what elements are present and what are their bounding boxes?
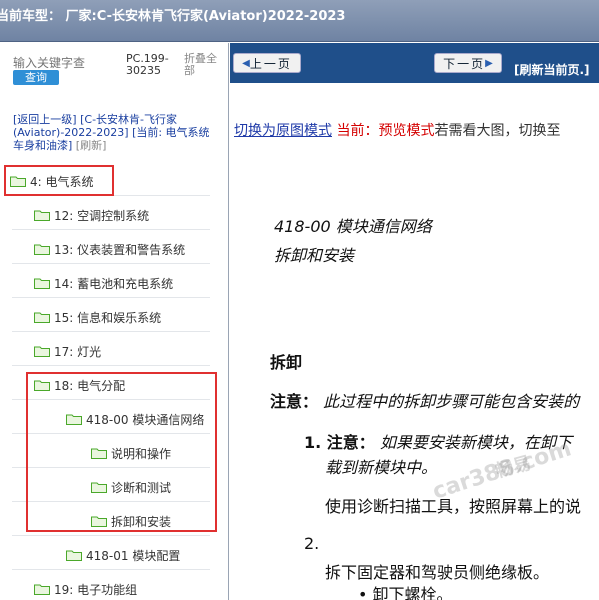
step-1-cont: 载到新模块中。 <box>325 458 438 477</box>
tree-node-instrument-cluster[interactable]: 13: 仪表装置和警告系统 <box>34 238 185 260</box>
section-heading: 拆卸 <box>270 353 303 372</box>
step-1-text: 如果要安装新模块，在卸下 <box>379 433 572 452</box>
tree-divider <box>12 569 210 570</box>
step-2-label: 2. <box>304 534 320 553</box>
search-button[interactable]: 查询 <box>13 70 59 85</box>
highlight-box <box>4 165 114 196</box>
tree-node-label: 418-01 模块配置 <box>86 548 181 563</box>
view-mode-line: 切换为原图模式 当前：预览模式若需看大图，切换至 <box>234 120 560 140</box>
tree-node-label: 14: 蓄电池和充电系统 <box>54 276 174 291</box>
title-bar: 当前车型： 厂家:C-长安林肯飞行家(Aviator)2022-2023 <box>0 0 599 42</box>
note-line: 注意： 此过程中的拆卸步骤可能包含安装的 <box>270 388 579 412</box>
search-row: 查询 PC.199-30235 折叠全部 <box>0 43 228 105</box>
switch-original-mode-link[interactable]: 切换为原图模式 <box>234 123 332 139</box>
folder-icon <box>34 210 50 221</box>
tree-divider <box>12 535 210 536</box>
doc-title: 418-00 模块通信网络 <box>274 217 432 236</box>
step-2-paragraph: 拆下固定器和驾驶员侧绝缘板。 <box>325 563 550 582</box>
folder-icon <box>34 312 50 323</box>
tree-divider <box>12 229 210 230</box>
breadcrumb-back-link[interactable]: [返回上一级] <box>13 113 77 126</box>
breadcrumb-refresh-link[interactable]: [刷新] <box>76 139 107 152</box>
pc-label: PC.199-30235 <box>126 52 169 77</box>
doc-subtitle: 拆卸和安装 <box>274 246 355 265</box>
current-mode-label: 当前：预览模式 <box>336 123 435 139</box>
window-title: 当前车型： 厂家:C-长安林肯飞行家(Aviator)2022-2023 <box>0 9 346 24</box>
bullet-text: 卸下螺栓。 <box>372 585 453 600</box>
tree-node-label: 13: 仪表装置和警告系统 <box>54 242 186 257</box>
arrow-left-icon: ◀ <box>242 57 250 69</box>
next-page-button[interactable]: 下一页 ▶ <box>434 53 502 73</box>
tree-node-label: 12: 空调控制系统 <box>54 208 150 223</box>
tree-divider <box>12 331 210 332</box>
tree-node-module-configuration[interactable]: 418-01 模块配置 <box>66 544 180 566</box>
tree-node-battery-charging[interactable]: 14: 蓄电池和充电系统 <box>34 272 173 294</box>
folder-icon <box>34 584 50 595</box>
folder-icon <box>34 244 50 255</box>
step-1-label: 1. 注意： <box>304 433 375 452</box>
sidebar: 查询 PC.199-30235 折叠全部 [返回上一级] [C-长安林肯-飞行家… <box>0 43 229 600</box>
tree-node-infotainment[interactable]: 15: 信息和娱乐系统 <box>34 306 161 328</box>
folder-icon <box>34 346 50 357</box>
arrow-right-icon: ▶ <box>485 57 493 69</box>
tree-node-label: 15: 信息和娱乐系统 <box>54 310 162 325</box>
mode-hint: 若需看大图，切换至 <box>434 123 561 139</box>
step-1: 1. 注意： 如果要安装新模块，在卸下 <box>304 429 572 453</box>
step-1-paragraph: 使用诊断扫描工具，按照屏幕上的说 <box>325 497 582 516</box>
tree-divider <box>12 263 210 264</box>
manual-page: 418-00 模块通信网络 拆卸和安装 拆卸 注意： 此过程中的拆卸步骤可能包含… <box>230 153 599 600</box>
next-page-label: 下一页 <box>443 56 486 71</box>
document-viewer: ◀ 上一页 下一页 ▶ [刷新当前页.] 切换为原图模式 当前：预览模式若需看大… <box>230 43 599 600</box>
tree-divider <box>12 365 210 366</box>
tree-node-label: 17: 灯光 <box>54 344 102 359</box>
highlight-box <box>26 372 217 532</box>
page-nav-bar: ◀ 上一页 下一页 ▶ [刷新当前页.] <box>230 43 599 83</box>
note-text: 此过程中的拆卸步骤可能包含安装的 <box>323 392 580 411</box>
prev-page-button[interactable]: ◀ 上一页 <box>233 53 301 73</box>
tree-node-hvac[interactable]: 12: 空调控制系统 <box>34 204 149 226</box>
bullet-item: • 卸下螺栓。 <box>358 581 453 600</box>
prev-page-label: 上一页 <box>249 56 292 71</box>
note-label: 注意： <box>270 392 319 411</box>
refresh-page-link[interactable]: [刷新当前页.] <box>514 61 590 78</box>
breadcrumb: [返回上一级] [C-长安林肯-飞行家(Aviator)-2022-2023] … <box>13 113 223 152</box>
tree-divider <box>12 297 210 298</box>
tree-node-lighting[interactable]: 17: 灯光 <box>34 340 101 362</box>
search-input[interactable] <box>13 55 119 71</box>
folder-icon <box>66 550 82 561</box>
tree-node-electronic-features[interactable]: 19: 电子功能组 <box>34 578 137 600</box>
collapse-all-link[interactable]: 折叠全部 <box>184 53 224 77</box>
tree-node-label: 19: 电子功能组 <box>54 582 138 597</box>
folder-icon <box>34 278 50 289</box>
